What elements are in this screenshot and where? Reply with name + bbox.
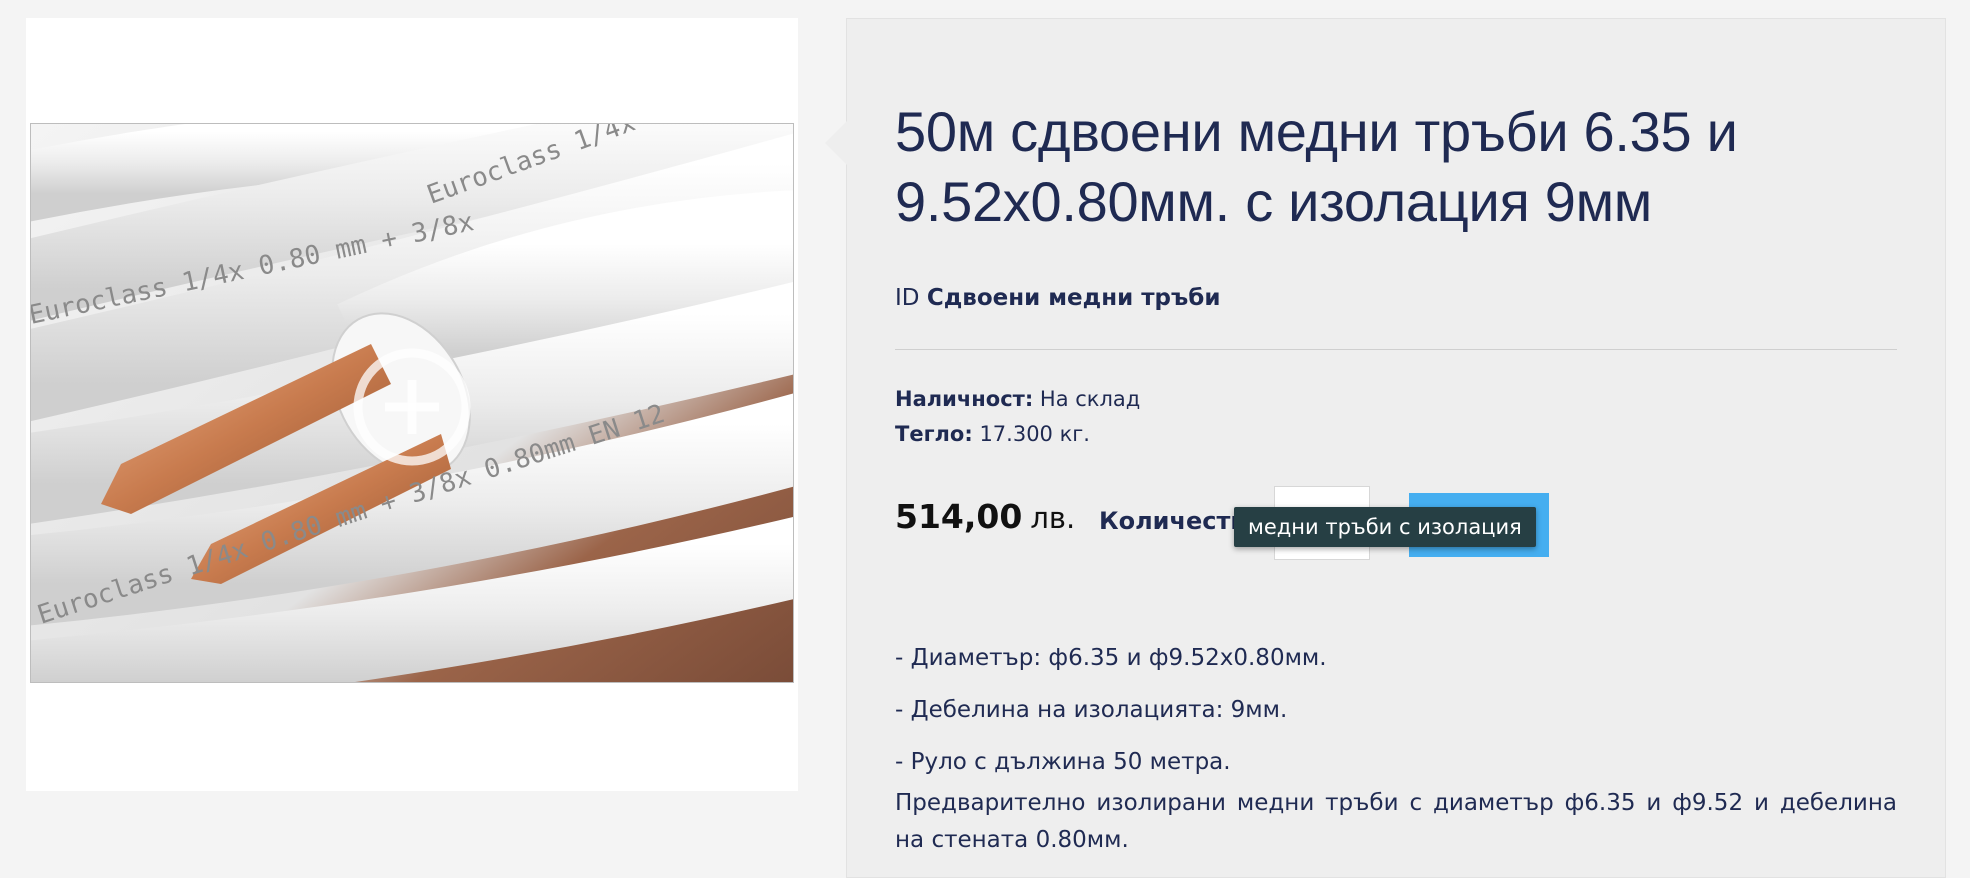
description-line: - Руло с дължина 50 метра.: [895, 749, 1231, 775]
description-line: - Дебелина на изолацията: 9мм.: [895, 697, 1288, 723]
price: 514,00 лв.: [895, 497, 1075, 536]
price-currency: лв.: [1030, 501, 1076, 535]
availability-row: Наличност: На склад: [895, 387, 1140, 411]
zoom-in-icon[interactable]: [351, 346, 473, 468]
description-line: - Диаметър: ф6.35 и ф9.52x0.80мм.: [895, 645, 1327, 671]
weight-row: Тегло: 17.300 кг.: [895, 422, 1090, 446]
panel-pointer: [825, 121, 847, 165]
availability-value: На склад: [1039, 387, 1141, 411]
id-label: ID: [895, 285, 920, 311]
tooltip: медни тръби с изолация: [1234, 507, 1536, 547]
product-details-panel: 50м сдвоени медни тръби 6.35 и 9.52x0.80…: [825, 18, 1946, 878]
product-photo[interactable]: Euroclass 1/4x 0.80mm + 3/8x 0.80mm EN E…: [30, 123, 794, 683]
product-image-card: Euroclass 1/4x 0.80mm + 3/8x 0.80mm EN E…: [26, 18, 798, 791]
description-paragraph: Предварително изолирани медни тръби с ди…: [895, 790, 1897, 853]
divider: [895, 349, 1897, 350]
product-title: 50м сдвоени медни тръби 6.35 и 9.52x0.80…: [895, 100, 1738, 233]
quantity-label: Количество: [1099, 507, 1237, 535]
availability-label: Наличност:: [895, 387, 1034, 411]
price-amount: 514,00: [895, 497, 1023, 536]
weight-value: 17.300 кг.: [979, 422, 1090, 446]
weight-label: Тегло:: [895, 422, 973, 446]
id-value: Сдвоени медни тръби: [926, 285, 1221, 311]
product-id-row: ID Сдвоени медни тръби: [895, 285, 1220, 311]
